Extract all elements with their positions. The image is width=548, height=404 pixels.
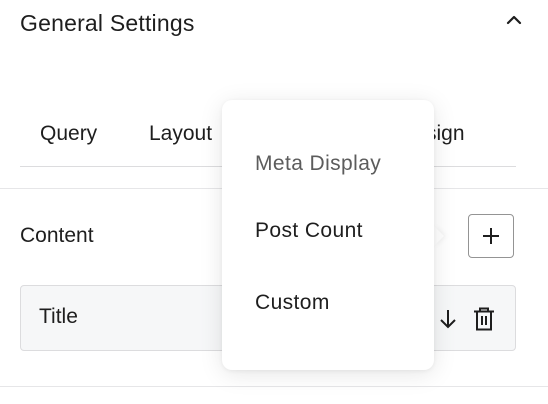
add-item-button[interactable] [468, 214, 514, 258]
panel-header[interactable]: General Settings [20, 4, 528, 44]
menu-item-custom[interactable]: Custom [255, 291, 330, 315]
meta-popover-menu: Meta Display Post Count Custom [222, 100, 434, 370]
bottom-divider [0, 386, 548, 387]
panel-title: General Settings [20, 10, 195, 36]
collapse-button[interactable] [500, 6, 528, 34]
move-down-button[interactable] [435, 306, 461, 332]
trash-icon [474, 307, 494, 331]
tab-query[interactable]: Query [40, 122, 97, 146]
arrow-down-icon [440, 310, 456, 329]
menu-item-post-count[interactable]: Post Count [255, 219, 363, 243]
content-section-label: Content [20, 224, 94, 247]
popover-arrow [434, 226, 444, 246]
item-label: Title [39, 305, 78, 328]
settings-panel: General Settings Query Layout sign Conte… [0, 0, 548, 404]
plus-icon [483, 228, 499, 244]
tab-layout[interactable]: Layout [149, 122, 212, 146]
chevron-up-icon [506, 15, 522, 25]
popover-heading: Meta Display [255, 152, 382, 175]
delete-button[interactable] [471, 306, 497, 332]
